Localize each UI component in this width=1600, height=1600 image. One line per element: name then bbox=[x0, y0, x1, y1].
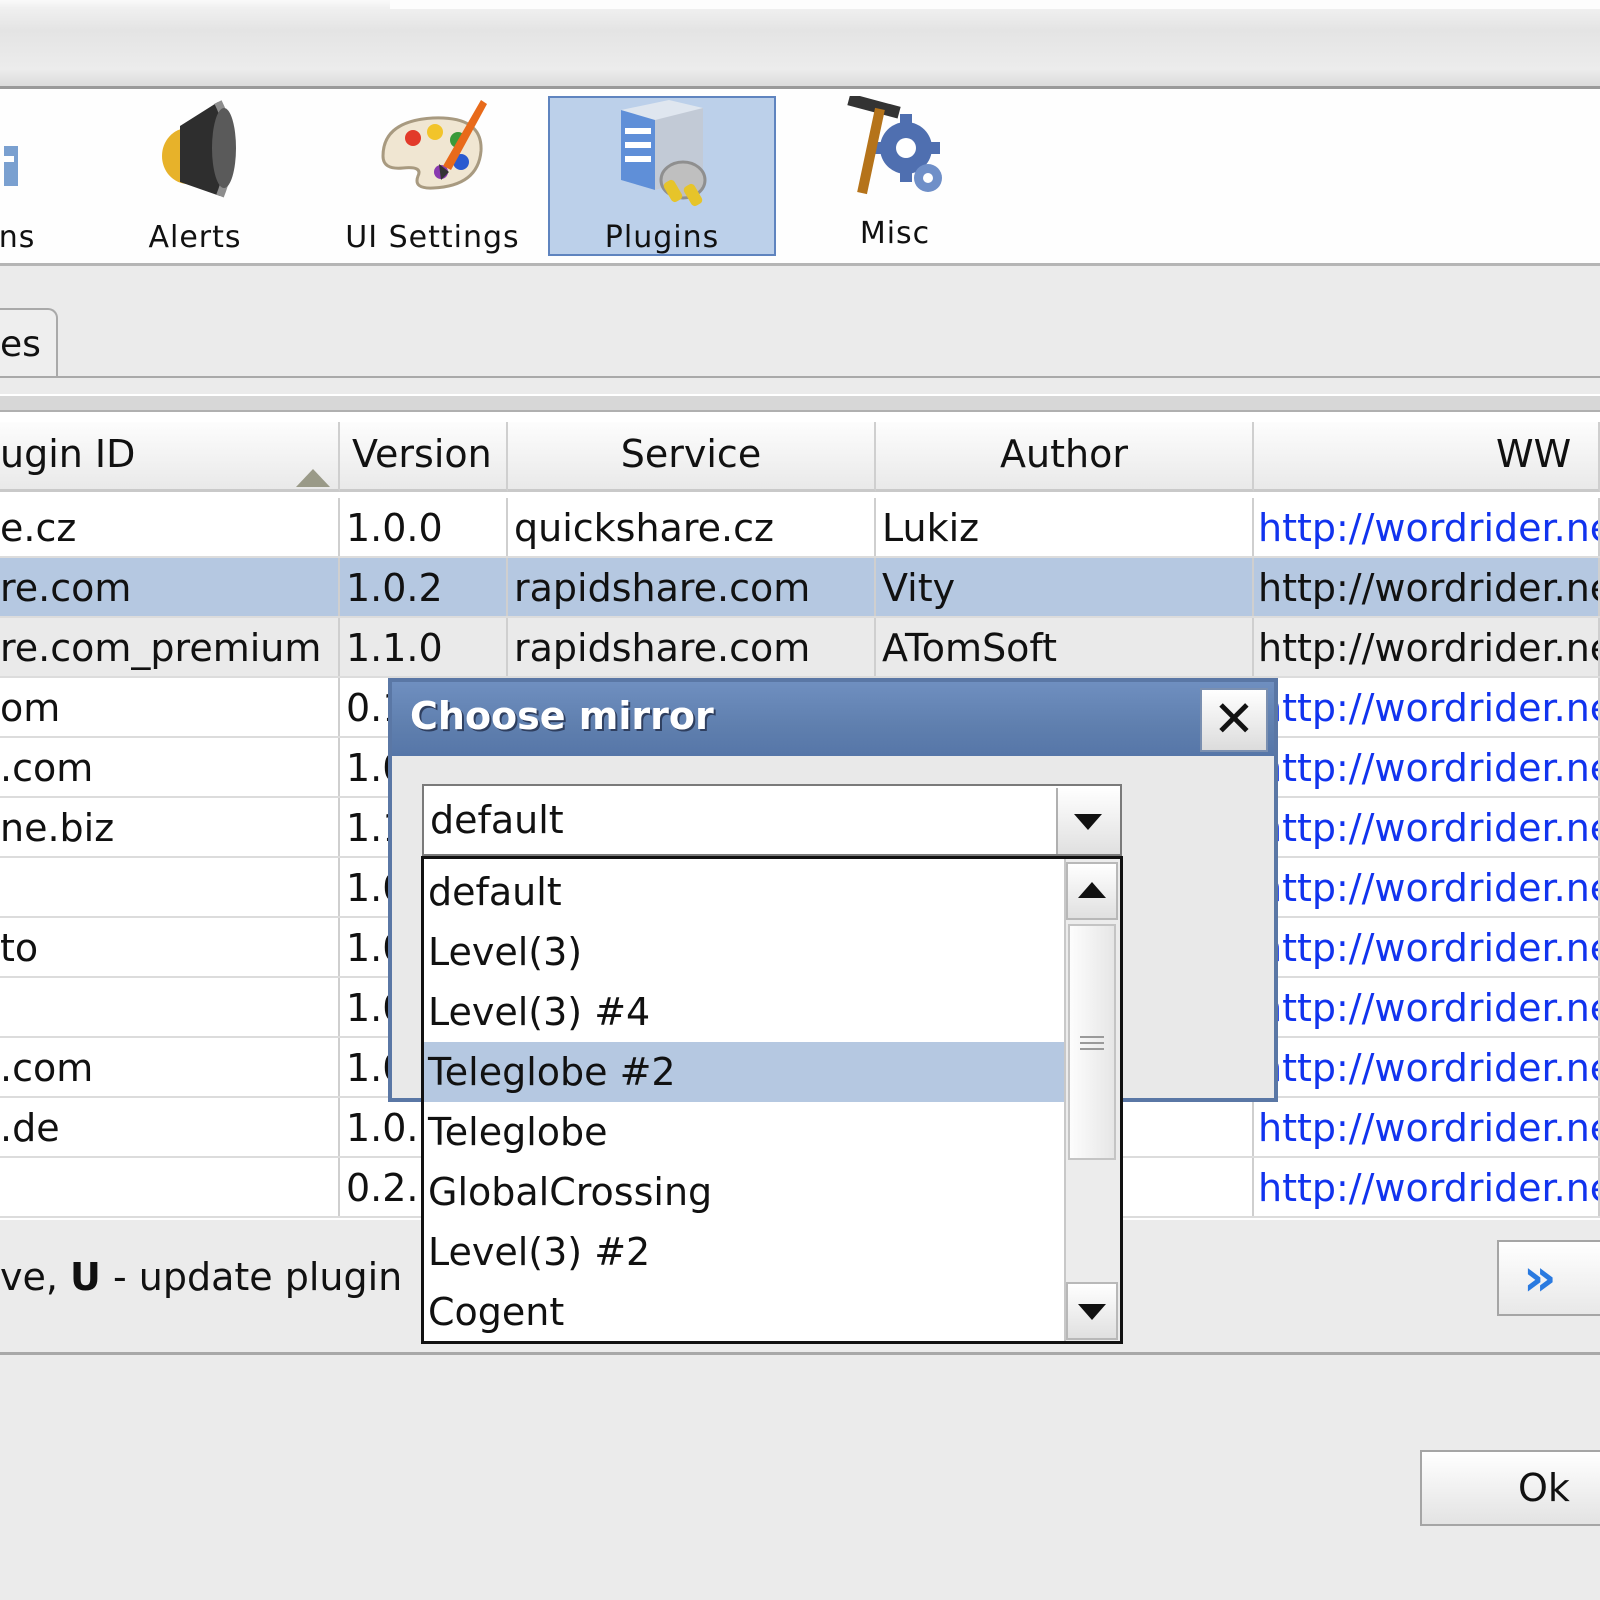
table-row[interactable]: e.cz 1.0.0 quickshare.cz Lukiz http://wordri… bbox=[0, 498, 1600, 558]
toolbar-item-label: ions bbox=[0, 220, 36, 255]
cell-www[interactable]: http://wordrider.ne bbox=[1254, 858, 1600, 916]
cell-www[interactable]: http://wordrider.ne bbox=[1254, 1098, 1600, 1156]
cell-service: rapidshare.com bbox=[508, 618, 876, 676]
cell-www[interactable]: http://wordrider.ne bbox=[1254, 1158, 1600, 1216]
cell-plugin-id bbox=[0, 858, 340, 916]
cell-plugin-id: om bbox=[0, 678, 340, 736]
cell-plugin-id: ne.biz bbox=[0, 798, 340, 856]
hint-suffix: - update plugin bbox=[100, 1255, 403, 1299]
ok-button[interactable]: Ok bbox=[1420, 1450, 1600, 1526]
close-icon: ✕ bbox=[1213, 690, 1255, 748]
column-header-author[interactable]: Author bbox=[876, 422, 1254, 492]
mirror-option[interactable]: Teleglobe bbox=[424, 1102, 1064, 1162]
column-header-service[interactable]: Service bbox=[508, 422, 876, 492]
cell-www[interactable]: http://wordrider.ne bbox=[1254, 618, 1600, 676]
arrow-down-icon bbox=[1078, 1304, 1106, 1320]
column-header-version[interactable]: Version bbox=[340, 422, 508, 492]
top-edge bbox=[390, 0, 1600, 9]
chevron-down-icon bbox=[1074, 814, 1102, 830]
column-header-plugin-id[interactable]: ugin ID bbox=[0, 422, 340, 492]
toolbar-item-label: Misc bbox=[859, 216, 931, 251]
toolbar-item-label: UI Settings bbox=[345, 220, 520, 255]
cell-plugin-id: .de bbox=[0, 1098, 340, 1156]
cell-plugin-id: e.cz bbox=[0, 498, 340, 556]
mirror-option[interactable]: GlobalCrossing bbox=[424, 1162, 1064, 1222]
cell-plugin-id: .com bbox=[0, 738, 340, 796]
toolbar-item-plugins[interactable]: Plugins bbox=[548, 96, 776, 256]
cell-author: ATomSoft bbox=[876, 618, 1254, 676]
tab-label: es bbox=[0, 324, 41, 365]
scrollbar-thumb[interactable] bbox=[1068, 924, 1116, 1160]
shortcut-hint: ve, U - update plugin bbox=[0, 1255, 402, 1299]
cell-version: 1.0.0 bbox=[340, 498, 508, 556]
mirror-option[interactable]: default bbox=[424, 862, 1064, 922]
toolbar-item-label: Plugins bbox=[604, 220, 720, 255]
arrow-up-icon bbox=[1078, 882, 1106, 898]
column-header-www[interactable]: WW bbox=[1254, 422, 1600, 492]
cell-author: Lukiz bbox=[876, 498, 1254, 556]
cell-service: rapidshare.com bbox=[508, 558, 876, 616]
cell-plugin-id: .com bbox=[0, 1038, 340, 1096]
column-header-label: Author bbox=[1000, 432, 1128, 476]
mirror-select-toggle[interactable] bbox=[1056, 788, 1120, 854]
column-header-label: Version bbox=[352, 432, 492, 476]
cell-www[interactable]: http://wordrider.ne bbox=[1254, 798, 1600, 856]
cell-plugin-id: to bbox=[0, 918, 340, 976]
cell-version: 1.1.0 bbox=[340, 618, 508, 676]
grip-icon bbox=[1080, 1036, 1104, 1050]
column-header-label: WW bbox=[1496, 432, 1572, 476]
cell-www[interactable]: http://wordrider.ne bbox=[1254, 678, 1600, 736]
hammer-gear-icon bbox=[840, 93, 950, 210]
sort-ascending-icon bbox=[296, 444, 330, 489]
double-chevron-right-icon: » bbox=[1523, 1248, 1557, 1308]
next-button[interactable]: » bbox=[1497, 1240, 1600, 1316]
toolbar-item-ui-settings[interactable]: UI Settings bbox=[335, 96, 530, 256]
cell-plugin-id bbox=[0, 1158, 340, 1216]
cell-www[interactable]: http://wordrider.ne bbox=[1254, 558, 1600, 616]
mirror-option[interactable]: Level(3) #4 bbox=[424, 982, 1064, 1042]
cell-www[interactable]: http://wordrider.ne bbox=[1254, 498, 1600, 556]
mirror-option[interactable]: Teleglobe #2 bbox=[424, 1042, 1064, 1102]
tab-baseline bbox=[0, 376, 1600, 378]
hint-prefix: ve, bbox=[0, 1255, 71, 1299]
speaker-icon bbox=[140, 96, 250, 210]
toolbar-item-connections[interactable]: ions bbox=[0, 96, 80, 256]
cell-plugin-id bbox=[0, 978, 340, 1036]
cell-author: Vity bbox=[876, 558, 1254, 616]
column-header-label: Service bbox=[620, 432, 762, 476]
window-top-strip bbox=[0, 0, 1600, 88]
toolbar-item-misc[interactable]: Misc bbox=[820, 93, 970, 256]
cell-plugin-id: re.com_premium bbox=[0, 618, 340, 676]
table-row[interactable]: re.com_premium 1.1.0 rapidshare.com ATomSof… bbox=[0, 618, 1600, 678]
toolbar-item-alerts[interactable]: Alerts bbox=[120, 96, 270, 256]
cell-www[interactable]: http://wordrider.ne bbox=[1254, 978, 1600, 1036]
scroll-down-button[interactable] bbox=[1066, 1282, 1118, 1340]
bottom-divider bbox=[0, 1352, 1600, 1355]
column-header-label: ugin ID bbox=[0, 432, 136, 476]
cell-version: 1.0.2 bbox=[340, 558, 508, 616]
table-row[interactable]: re.com 1.0.2 rapidshare.com Vity http://word… bbox=[0, 558, 1600, 618]
cell-plugin-id: re.com bbox=[0, 558, 340, 616]
hint-key: U bbox=[70, 1255, 101, 1299]
mirror-option[interactable]: Cogent bbox=[424, 1282, 1064, 1342]
scroll-up-button[interactable] bbox=[1066, 862, 1118, 920]
mirror-option[interactable]: Level(3) #2 bbox=[424, 1222, 1064, 1282]
toolbar-divider bbox=[0, 263, 1600, 266]
palette-icon bbox=[373, 96, 493, 210]
mirror-select-value: default bbox=[430, 798, 564, 842]
cell-www[interactable]: http://wordrider.ne bbox=[1254, 738, 1600, 796]
plugin-server-icon bbox=[607, 98, 717, 212]
dialog-close-button[interactable]: ✕ bbox=[1200, 688, 1268, 752]
table-top-band bbox=[0, 396, 1600, 412]
connections-icon bbox=[2, 96, 22, 200]
cell-service: quickshare.cz bbox=[508, 498, 876, 556]
toolbar-item-label: Alerts bbox=[148, 220, 242, 255]
cell-www[interactable]: http://wordrider.ne bbox=[1254, 1038, 1600, 1096]
dialog-title: Choose mirror bbox=[410, 694, 714, 738]
cell-www[interactable]: http://wordrider.ne bbox=[1254, 918, 1600, 976]
mirror-option[interactable]: Level(3) bbox=[424, 922, 1064, 982]
